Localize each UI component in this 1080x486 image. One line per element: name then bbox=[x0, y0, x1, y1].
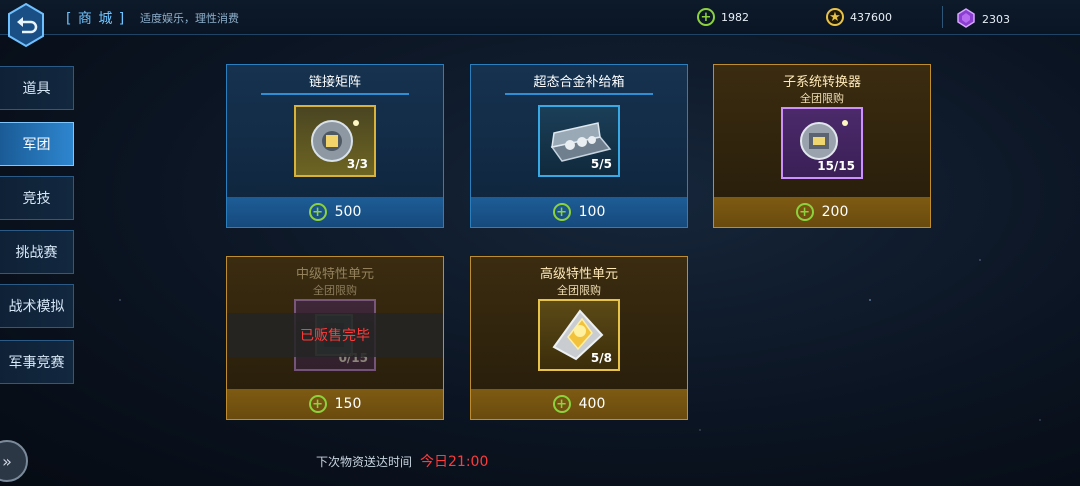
restock-label: 下次物资送达时间 bbox=[316, 455, 413, 469]
item-stock: 5/8 bbox=[590, 351, 612, 365]
item-name: 高级特性单元 bbox=[539, 267, 618, 282]
buy-button[interactable]: + 200 bbox=[714, 197, 930, 227]
gold-currency-display: ★ 437600 bbox=[826, 8, 892, 26]
item-icon-frame: 15/15 bbox=[781, 107, 863, 179]
item-price: 500 bbox=[334, 204, 362, 220]
item-limit-badge: 全团限购 bbox=[313, 284, 357, 297]
title-divider bbox=[505, 93, 653, 95]
sidebar-item-label: 挑战赛 bbox=[15, 245, 58, 261]
sidebar-item-label: 军事竞赛 bbox=[8, 355, 65, 371]
crystal-currency-display: 2303 bbox=[956, 8, 1010, 31]
item-limit-badge: 全团限购 bbox=[557, 284, 601, 297]
shop-item-card[interactable]: 高级特性单元 全团限购 5/8 + 400 bbox=[470, 256, 688, 420]
item-price: 200 bbox=[821, 204, 849, 220]
green-coin-icon: + bbox=[308, 395, 327, 413]
item-icon-frame: 3/3 bbox=[294, 105, 376, 177]
sidebar-item-items[interactable]: 道具 bbox=[0, 66, 74, 110]
restock-time: 今日21:00 bbox=[420, 454, 489, 470]
item-name: 链接矩阵 bbox=[308, 75, 361, 90]
top-bar: [ 商 城 ] 适度娱乐，理性消费 + 1982 ★ 437600 2303 bbox=[0, 0, 1080, 35]
item-stock: 5/5 bbox=[590, 157, 612, 171]
green-currency-display: + 1982 bbox=[697, 8, 749, 26]
sold-out-banner: 已贩售完毕 bbox=[227, 313, 443, 357]
gold-currency-value: 437600 bbox=[850, 10, 892, 24]
sidebar-item-label: 道具 bbox=[22, 81, 51, 97]
page-title: [ 商 城 ] bbox=[66, 11, 126, 27]
green-coin-icon: + bbox=[552, 395, 571, 413]
shop-item-card[interactable]: 链接矩阵 3/3 + 500 bbox=[226, 64, 444, 228]
purple-crystal-icon bbox=[956, 8, 976, 31]
sidebar-item-label: 竞技 bbox=[22, 191, 51, 207]
sold-out-label: 已贩售完毕 bbox=[300, 328, 370, 344]
back-arrow-icon bbox=[8, 2, 44, 48]
item-stock: 3/3 bbox=[346, 157, 368, 171]
green-coin-icon: + bbox=[697, 8, 715, 26]
item-name: 子系统转换器 bbox=[782, 75, 861, 90]
gold-coin-icon: ★ bbox=[826, 8, 844, 26]
item-limit-badge: 全团限购 bbox=[800, 92, 844, 105]
back-button[interactable] bbox=[6, 2, 46, 48]
green-coin-icon: + bbox=[552, 203, 571, 221]
item-name: 超态合金补给箱 bbox=[533, 75, 625, 90]
sidebar-item-tactical-sim[interactable]: 战术模拟 bbox=[0, 284, 74, 328]
title-divider bbox=[261, 93, 409, 95]
buy-button[interactable]: + 100 bbox=[471, 197, 687, 227]
restock-timer: 下次物资送达时间 今日21:00 bbox=[316, 451, 488, 471]
item-price: 400 bbox=[578, 396, 606, 412]
green-coin-icon: + bbox=[308, 203, 327, 221]
green-coin-icon: + bbox=[795, 203, 814, 221]
shop-item-card: 中级特性单元 全团限购 0/15 已贩售完毕 + 150 bbox=[226, 256, 444, 420]
sidebar-item-label: 战术模拟 bbox=[8, 299, 65, 315]
buy-button[interactable]: + 400 bbox=[471, 389, 687, 419]
buy-button[interactable]: + 500 bbox=[227, 197, 443, 227]
shop-item-card[interactable]: 超态合金补给箱 5/5 + 100 bbox=[470, 64, 688, 228]
item-icon-frame: 5/8 bbox=[538, 299, 620, 371]
page-subtitle: 适度娱乐，理性消费 bbox=[140, 12, 239, 25]
item-price: 150 bbox=[334, 396, 362, 412]
crystal-currency-value: 2303 bbox=[982, 13, 1010, 26]
sidebar-item-arena[interactable]: 竞技 bbox=[0, 176, 74, 220]
sidebar-item-legion[interactable]: 军团 bbox=[0, 122, 74, 166]
shop-item-card[interactable]: 子系统转换器 全团限购 15/15 + 200 bbox=[713, 64, 931, 228]
sidebar-item-military-contest[interactable]: 军事竞赛 bbox=[0, 340, 74, 384]
item-stock: 15/15 bbox=[817, 159, 855, 173]
green-currency-value: 1982 bbox=[721, 10, 749, 24]
buy-button: + 150 bbox=[227, 389, 443, 419]
sidebar-item-challenge[interactable]: 挑战赛 bbox=[0, 230, 74, 274]
double-chevron-right-icon: » bbox=[2, 451, 12, 471]
expand-menu-button[interactable]: » bbox=[0, 440, 28, 482]
sidebar-item-label: 军团 bbox=[22, 137, 51, 153]
item-price: 100 bbox=[578, 204, 606, 220]
item-name: 中级特性单元 bbox=[295, 267, 374, 282]
item-icon-frame: 5/5 bbox=[538, 105, 620, 177]
divider bbox=[942, 6, 943, 28]
